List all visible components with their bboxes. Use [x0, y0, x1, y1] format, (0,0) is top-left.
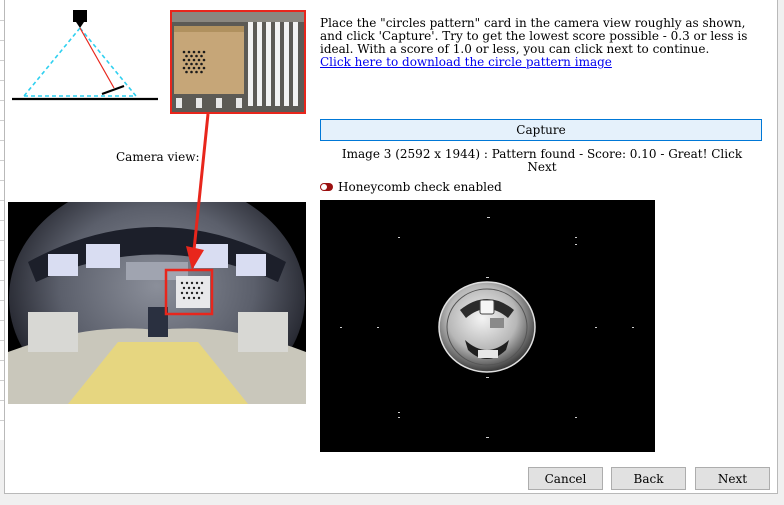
honeycomb-label: Honeycomb check enabled	[338, 180, 502, 194]
status-line-2: Next	[527, 160, 557, 174]
honeycomb-toggle[interactable]	[320, 183, 333, 191]
download-pattern-link[interactable]: Click here to download the circle patter…	[320, 56, 770, 69]
next-button[interactable]: Next	[695, 467, 770, 490]
instructions-paragraph: Place the "circles pattern" card in the …	[320, 16, 748, 56]
camera-body-icon	[73, 10, 87, 22]
honeycomb-check: Honeycomb check enabled	[320, 180, 502, 194]
captured-image-preview	[320, 200, 655, 452]
red-arrow-icon	[186, 113, 210, 270]
instructions-text: Place the "circles pattern" card in the …	[320, 17, 770, 69]
capture-button[interactable]: Capture	[320, 119, 762, 141]
cancel-button[interactable]: Cancel	[528, 467, 603, 490]
example-placement-photo	[170, 10, 306, 114]
camera-setup-diagram	[12, 10, 158, 101]
capture-status-text: Image 3 (2592 x 1944) : Pattern found - …	[320, 148, 764, 174]
camera-view-image	[8, 202, 306, 404]
back-button[interactable]: Back	[611, 467, 686, 490]
